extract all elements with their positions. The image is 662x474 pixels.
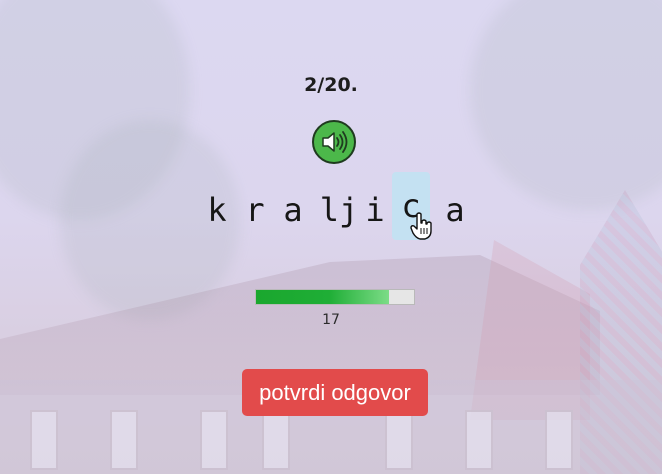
letter-tiles: k r a lj i c a: [0, 172, 662, 242]
timer-progress-fill: [256, 290, 389, 304]
play-audio-button[interactable]: [312, 120, 356, 164]
letter-tile[interactable]: a: [436, 178, 474, 242]
confirm-answer-button[interactable]: potvrdi odgovor: [242, 369, 428, 416]
letter-tile[interactable]: a: [274, 178, 312, 242]
letter-tile[interactable]: k: [198, 178, 236, 242]
quiz-panel: 2/20. k r a lj i c a 17 potvrdi odgovor: [0, 0, 662, 474]
speaker-icon: [322, 131, 348, 153]
question-counter: 2/20.: [304, 74, 358, 96]
letter-tile[interactable]: r: [236, 178, 274, 242]
letter-tile-selected[interactable]: c: [392, 172, 430, 240]
letter-tile[interactable]: i: [356, 178, 394, 242]
timer-progress-bar: [255, 289, 415, 305]
timer-remaining: 17: [322, 312, 340, 328]
